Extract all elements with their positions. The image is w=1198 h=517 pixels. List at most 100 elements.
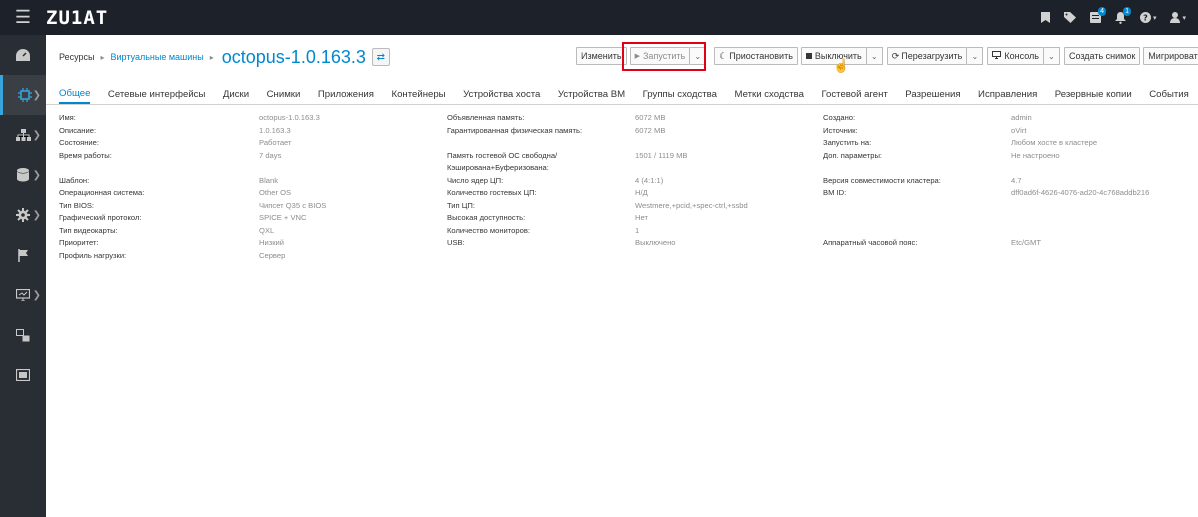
svg-text:?: ? bbox=[1143, 14, 1148, 23]
col1-label: Состояние: bbox=[59, 138, 100, 147]
nav-migration-icon[interactable] bbox=[0, 315, 46, 355]
col1-label: Тип видеокарты: bbox=[59, 225, 118, 235]
desktop-icon bbox=[992, 51, 1002, 61]
col2-value: Westmere,+pcid,+spec-ctrl,+ssbd bbox=[635, 200, 748, 210]
col2-label: Гарантированная физическая память: bbox=[447, 125, 583, 135]
tag-icon[interactable] bbox=[1063, 12, 1076, 23]
reboot-button[interactable]: ⟳ Перезагрузить bbox=[886, 47, 968, 65]
reboot-dropdown-chevron-down-icon[interactable]: ⌄ bbox=[967, 47, 984, 65]
col1-label: Шаблон: bbox=[59, 175, 90, 185]
col2-value: Нет bbox=[635, 213, 648, 222]
edit-button[interactable]: Изменить bbox=[576, 47, 627, 65]
tab-10[interactable]: Гостевой агент bbox=[821, 85, 887, 104]
col3-label: ВМ ID: bbox=[823, 188, 847, 197]
migrate-button[interactable]: Мигрировать bbox=[1143, 47, 1198, 65]
tasks-icon[interactable]: 4 bbox=[1089, 7, 1106, 23]
tab-5[interactable]: Контейнеры bbox=[392, 85, 446, 104]
nav-administration-icon[interactable]: ❯ bbox=[0, 195, 46, 235]
col2-value: 1 bbox=[635, 225, 640, 235]
notifications-icon[interactable]: 1 bbox=[1114, 6, 1131, 24]
col1-value: Сервер bbox=[259, 250, 286, 260]
user-icon[interactable]: ▾ bbox=[1170, 12, 1186, 23]
col1-label: Графический протокол: bbox=[59, 213, 142, 222]
col1-value: Низкий bbox=[259, 238, 285, 247]
chevron-right-icon: ❯ bbox=[32, 209, 41, 221]
mouse-pointer-icon: ☝ bbox=[833, 58, 850, 73]
breadcrumb-vms-link[interactable]: Виртуальные машины bbox=[111, 52, 204, 62]
tab-14[interactable]: События bbox=[1149, 85, 1189, 104]
col1-value: Чипсет Q35 с BIOS bbox=[259, 200, 327, 210]
help-icon[interactable]: ? ▾ bbox=[1139, 12, 1156, 23]
suspend-button[interactable]: ☾ Приостановить bbox=[714, 47, 798, 65]
nav-compute-icon[interactable]: ❯ bbox=[0, 75, 46, 115]
console-button[interactable]: Консоль bbox=[987, 47, 1044, 65]
bookmark-icon[interactable] bbox=[1040, 12, 1050, 23]
col1-label: Тип BIOS: bbox=[59, 200, 95, 210]
col3-label: Версия совместимости кластера: bbox=[823, 175, 941, 185]
moon-icon: ☾ bbox=[719, 50, 728, 61]
col1-value: octopus-1.0.163.3 bbox=[259, 113, 320, 122]
nav-monitor-icon[interactable]: ❯ bbox=[0, 275, 46, 315]
app-logo: ZU1AT bbox=[46, 6, 109, 29]
col1-value: SPICE + VNC bbox=[259, 213, 307, 222]
vertical-nav: ❯ ❯ ❯ ❯ ❯ bbox=[0, 35, 46, 517]
col3-value: dff0ad6f-4626-4076-ad20-4c768addb216 bbox=[1011, 188, 1150, 197]
notifications-badge: 1 bbox=[1123, 6, 1131, 16]
breadcrumb-root[interactable]: Ресурсы bbox=[59, 52, 95, 62]
col1-label: Имя: bbox=[59, 113, 76, 122]
col1-label: Приоритет: bbox=[59, 238, 99, 247]
nav-network-icon[interactable]: ❯ bbox=[0, 115, 46, 155]
tab-0[interactable]: Общее bbox=[59, 85, 91, 104]
nav-events-flag-icon[interactable] bbox=[0, 235, 46, 275]
col1-label: Время работы: bbox=[59, 150, 112, 160]
tab-13[interactable]: Резервные копии bbox=[1055, 85, 1132, 104]
console-dropdown-chevron-down-icon[interactable]: ⌄ bbox=[1043, 47, 1060, 65]
col1-label: Операционная система: bbox=[59, 188, 145, 197]
switch-vm-icon[interactable]: ⇄ bbox=[371, 48, 390, 66]
tab-4[interactable]: Приложения bbox=[318, 85, 374, 104]
col2-value: Выключено bbox=[635, 238, 676, 247]
refresh-icon: ⟳ bbox=[891, 50, 900, 61]
col2-label: Память гостевой ОС свободна/ bbox=[447, 150, 558, 160]
hamburger-menu-icon[interactable]: ☰ bbox=[0, 0, 46, 35]
tab-12[interactable]: Исправления bbox=[978, 85, 1037, 104]
col2-value: Н/Д bbox=[635, 188, 648, 197]
col2-label: Число ядер ЦП: bbox=[447, 175, 504, 185]
create-snapshot-button[interactable]: Создать снимок bbox=[1063, 47, 1141, 65]
tab-2[interactable]: Диски bbox=[223, 85, 249, 104]
col1-value: Blank bbox=[259, 175, 278, 185]
col3-value: admin bbox=[1011, 113, 1032, 122]
page-title: octopus-1.0.163.3 bbox=[221, 46, 366, 67]
tab-9[interactable]: Метки сходства bbox=[735, 85, 804, 104]
col1-label: Профиль нагрузки: bbox=[59, 250, 127, 260]
tab-8[interactable]: Группы сходства bbox=[643, 85, 717, 104]
tab-7[interactable]: Устройства ВМ bbox=[558, 85, 625, 104]
tab-6[interactable]: Устройства хоста bbox=[463, 85, 540, 104]
nav-vm-pools-icon[interactable] bbox=[0, 355, 46, 395]
col2-label: Высокая доступность: bbox=[447, 213, 526, 222]
tab-1[interactable]: Сетевые интерфейсы bbox=[108, 85, 205, 104]
col2-label: Кэширована+Буферизована: bbox=[447, 163, 549, 172]
masthead: ☰ ZU1AT 4 1 ? ▾ ▾ bbox=[0, 0, 1198, 35]
col1-value: 7 days bbox=[259, 150, 282, 160]
tab-3[interactable]: Снимки bbox=[267, 85, 301, 104]
shutdown-dropdown-chevron-down-icon[interactable]: ⌄ bbox=[866, 47, 883, 65]
col3-label: Создано: bbox=[823, 113, 856, 122]
main-content: Ресурсы ▸ Виртуальные машины ▸ octopus-1… bbox=[46, 35, 1198, 517]
col3-value: 4.7 bbox=[1011, 175, 1022, 185]
detail-tabs: Общее Сетевые интерфейсы Диски Снимки Прилож… bbox=[46, 85, 1198, 105]
col1-value: Работает bbox=[259, 138, 292, 147]
nav-dashboard-icon[interactable] bbox=[0, 35, 46, 75]
console-button-label: Консоль bbox=[1004, 51, 1039, 61]
breadcrumb-separator-icon: ▸ bbox=[209, 52, 214, 62]
chevron-right-icon: ❯ bbox=[32, 289, 41, 301]
chevron-right-icon: ❯ bbox=[32, 129, 41, 141]
col2-value: 4 (4:1:1) bbox=[635, 175, 664, 185]
nav-storage-icon[interactable]: ❯ bbox=[0, 155, 46, 195]
col3-value: Etc/GMT bbox=[1011, 238, 1041, 247]
tab-11[interactable]: Разрешения bbox=[905, 85, 960, 104]
col2-value: 1501 / 1119 MB bbox=[635, 150, 688, 160]
col3-label: Аппаратный часовой пояс: bbox=[823, 238, 918, 247]
col3-value: oVirt bbox=[1011, 125, 1027, 135]
masthead-actions: 4 1 ? ▾ ▾ bbox=[1040, 0, 1186, 35]
